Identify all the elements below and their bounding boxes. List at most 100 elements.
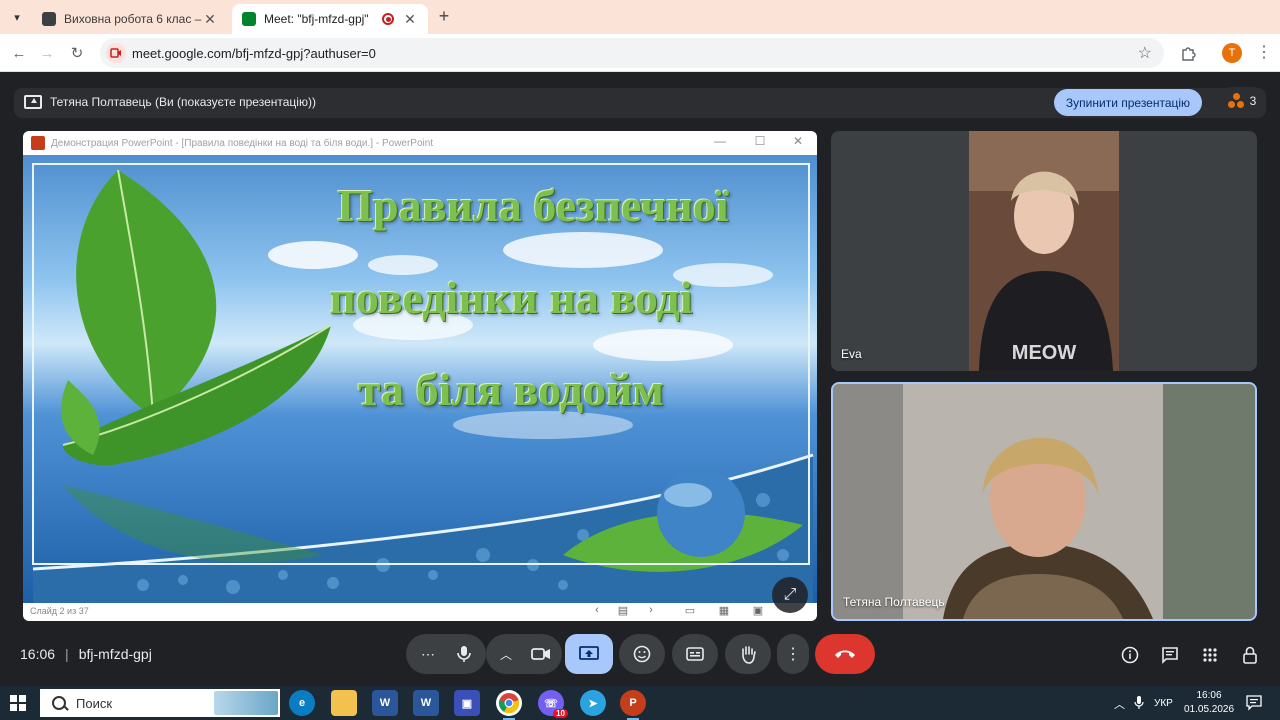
edge-icon[interactable]: e <box>289 690 315 716</box>
record-icon <box>382 13 394 25</box>
avatar[interactable]: T <box>1222 43 1242 63</box>
participant-count: 3 <box>1249 94 1257 108</box>
chat-icon[interactable] <box>1159 644 1181 666</box>
chevron-down-icon[interactable]: ▾ <box>6 6 28 28</box>
info-icon[interactable] <box>1119 644 1141 666</box>
kebab-icon[interactable]: ⋮ <box>1256 43 1272 63</box>
clock-time: 16:06 <box>1196 690 1222 701</box>
people-icon <box>1227 93 1244 109</box>
more-options-icon[interactable]: ⋯ <box>410 646 446 663</box>
close-icon[interactable]: ✕ <box>202 11 218 28</box>
slide-sorter-icon[interactable]: ▦ <box>717 604 731 617</box>
more-options-button[interactable]: ⋮ <box>777 634 809 674</box>
slide-title-line-3: та біля водойм <box>358 364 664 415</box>
search-icon <box>52 696 66 710</box>
file-explorer-icon[interactable] <box>331 690 357 716</box>
participant-video <box>833 384 1255 619</box>
taskbar-clock[interactable]: 16:06 01.05.2026 <box>1184 689 1234 717</box>
presenting-text: Тетяна Полтавець (Ви (показуєте презента… <box>50 95 316 109</box>
camera-icon[interactable] <box>523 647 559 661</box>
raise-hand-icon <box>742 646 756 664</box>
participant-tile-tetiana[interactable]: Тетяна Полтавець <box>831 382 1257 621</box>
search-highlight-image <box>214 691 278 715</box>
address-bar[interactable]: meet.google.com/bfj-mfzd-gpj?authuser=0 … <box>100 38 1164 68</box>
arrow-left-icon[interactable]: ← <box>8 42 30 64</box>
emoji-icon <box>633 645 651 663</box>
present-screen-icon <box>24 95 42 109</box>
browser-tab-strip: ▾ Виховна робота 6 клас – Клас ✕ Meet: "… <box>0 0 1280 34</box>
slide: Правила безпечної поведінки на воді та б… <box>23 155 817 603</box>
telegram-icon[interactable]: ➤ <box>580 690 606 716</box>
window-title: Демонстрация PowerPoint - [Правила повед… <box>51 137 434 149</box>
slide-title-line-1: Правила безпечної <box>337 180 729 231</box>
arrow-right-icon[interactable]: → <box>36 42 58 64</box>
normal-view-icon[interactable]: ▭ <box>683 604 697 617</box>
notifications-icon[interactable] <box>1246 695 1262 714</box>
participant-tile-eva[interactable]: MEOW Eva <box>831 131 1257 371</box>
taskbar-search[interactable]: Поиск <box>40 689 280 717</box>
participant-name: Eva <box>841 347 862 361</box>
meeting-time: 16:06 <box>20 646 56 662</box>
clock-date: 01.05.2026 <box>1184 704 1235 715</box>
language-indicator[interactable]: УКР <box>1154 698 1173 709</box>
participant-video: MEOW <box>969 131 1119 371</box>
reading-view-icon[interactable]: ▣ <box>751 604 765 617</box>
plus-icon[interactable]: + <box>434 6 454 27</box>
activities-icon[interactable] <box>1199 644 1221 666</box>
reload-icon[interactable]: ↻ <box>66 42 88 64</box>
host-controls-icon[interactable] <box>1239 644 1261 666</box>
minimize-icon[interactable]: — <box>711 134 729 148</box>
tab-title: Meet: "bfj-mfzd-gpj" <box>264 12 369 26</box>
mic-group: ⋯ <box>406 634 486 674</box>
search-placeholder: Поиск <box>76 695 113 711</box>
close-icon[interactable]: ✕ <box>402 11 418 28</box>
raise-hand-button[interactable] <box>725 634 771 674</box>
meeting-info: 16:06 | bfj-mfzd-gpj <box>20 646 152 662</box>
word-icon[interactable]: W <box>372 690 398 716</box>
powerpoint-window: Демонстрация PowerPoint - [Правила повед… <box>23 131 817 621</box>
stop-presenting-button[interactable]: Зупинити презентацію <box>1054 89 1202 116</box>
chrome-icon[interactable] <box>496 690 522 720</box>
present-button[interactable] <box>565 634 613 674</box>
emoji-button[interactable] <box>619 634 665 674</box>
meeting-code: bfj-mfzd-gpj <box>78 646 152 662</box>
microphone-icon[interactable] <box>446 645 482 663</box>
classroom-icon <box>42 12 56 26</box>
chevron-up-icon[interactable]: ︿ <box>489 646 523 663</box>
tab-title: Виховна робота 6 клас – Клас <box>64 12 202 26</box>
next-slide-icon[interactable]: › <box>644 604 658 616</box>
captions-button[interactable] <box>672 634 718 674</box>
captions-icon <box>686 647 704 661</box>
present-screen-icon <box>579 646 599 660</box>
url-text: meet.google.com/bfj-mfzd-gpj?authuser=0 <box>132 45 376 61</box>
word-icon[interactable]: W <box>413 690 439 716</box>
meet-icon <box>242 12 256 26</box>
previous-slide-icon[interactable]: ‹ <box>590 604 604 616</box>
slide-title-line-2: поведінки на воді <box>329 272 693 323</box>
fullscreen-icon[interactable]: ⤢ <box>772 577 808 613</box>
tab-classroom[interactable]: Виховна робота 6 клас – Клас ✕ <box>32 4 228 34</box>
camera-site-icon[interactable] <box>106 43 126 63</box>
save-icon[interactable]: ▣ <box>454 690 480 716</box>
end-call-icon <box>835 650 855 658</box>
leave-call-button[interactable] <box>815 634 875 674</box>
star-icon[interactable]: ☆ <box>1138 43 1152 63</box>
windows-taskbar: Поиск e W W ▣ ☏ 10 ➤ P ︿ УКР 16:06 01.05.… <box>0 686 1280 720</box>
participants-button[interactable]: 3 <box>1218 87 1266 115</box>
tab-meet[interactable]: Meet: "bfj-mfzd-gpj" ✕ <box>232 4 428 34</box>
camera-group: ︿ <box>486 634 562 674</box>
slide-counter: Слайд 2 из 37 <box>30 606 89 616</box>
powerpoint-icon[interactable]: P <box>620 690 646 720</box>
participant-name: Тетяна Полтавець <box>843 595 945 609</box>
microphone-icon[interactable] <box>1134 696 1144 713</box>
meeting-controls-bar: 16:06 | bfj-mfzd-gpj ⋯ ︿ ⋮ <box>0 628 1280 680</box>
powerpoint-icon <box>31 136 45 150</box>
chevron-up-icon[interactable]: ︿ <box>1114 696 1125 712</box>
close-icon[interactable]: ✕ <box>789 134 807 148</box>
powerpoint-statusbar: Слайд 2 из 37 ‹ ▤ › ▭ ▦ ▣ <box>23 603 817 621</box>
maximize-icon[interactable]: ☐ <box>751 134 769 148</box>
slide-menu-icon[interactable]: ▤ <box>616 604 630 617</box>
viber-icon[interactable]: ☏ 10 <box>538 690 568 718</box>
windows-start-icon[interactable] <box>10 695 26 711</box>
puzzle-icon[interactable] <box>1178 43 1198 63</box>
